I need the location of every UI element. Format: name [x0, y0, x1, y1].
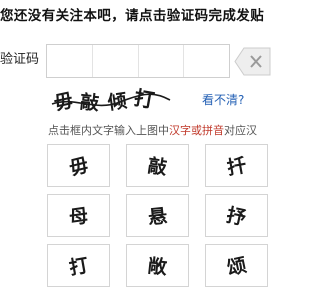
instruction-text: 点击框内文字输入上图中汉字或拼音对应汉 — [48, 124, 257, 137]
input-slot[interactable] — [93, 45, 139, 77]
clear-button[interactable] — [234, 47, 271, 76]
char-tile[interactable]: 颂 — [205, 244, 268, 287]
char-tile[interactable]: 敲 — [126, 144, 189, 187]
char-tile[interactable]: 毋 — [47, 144, 110, 187]
char-tile[interactable]: 抒 — [205, 194, 268, 237]
highlight-text: 汉字或拼音 — [169, 124, 224, 137]
captcha-label: 验证码 — [0, 52, 40, 67]
svg-text:打: 打 — [132, 85, 156, 112]
svg-text:倾: 倾 — [105, 89, 128, 115]
input-slot[interactable] — [139, 45, 185, 77]
captcha-image: 毋 敲 倾 打 — [50, 82, 172, 120]
captcha-input[interactable] — [46, 44, 230, 78]
refresh-captcha-link[interactable]: 看不清? — [202, 91, 244, 108]
char-tile[interactable]: 打 — [47, 244, 110, 287]
input-slot[interactable] — [184, 45, 229, 77]
char-tile[interactable]: 敞 — [126, 244, 189, 287]
page-title: 您还没有关注本吧，请点击验证码完成发贴 — [0, 8, 265, 24]
char-tile[interactable]: 悬 — [126, 194, 189, 237]
char-tile[interactable]: 母 — [47, 194, 110, 237]
char-tile[interactable]: 扦 — [205, 144, 268, 187]
backspace-icon — [234, 47, 271, 76]
input-slot[interactable] — [47, 45, 93, 77]
